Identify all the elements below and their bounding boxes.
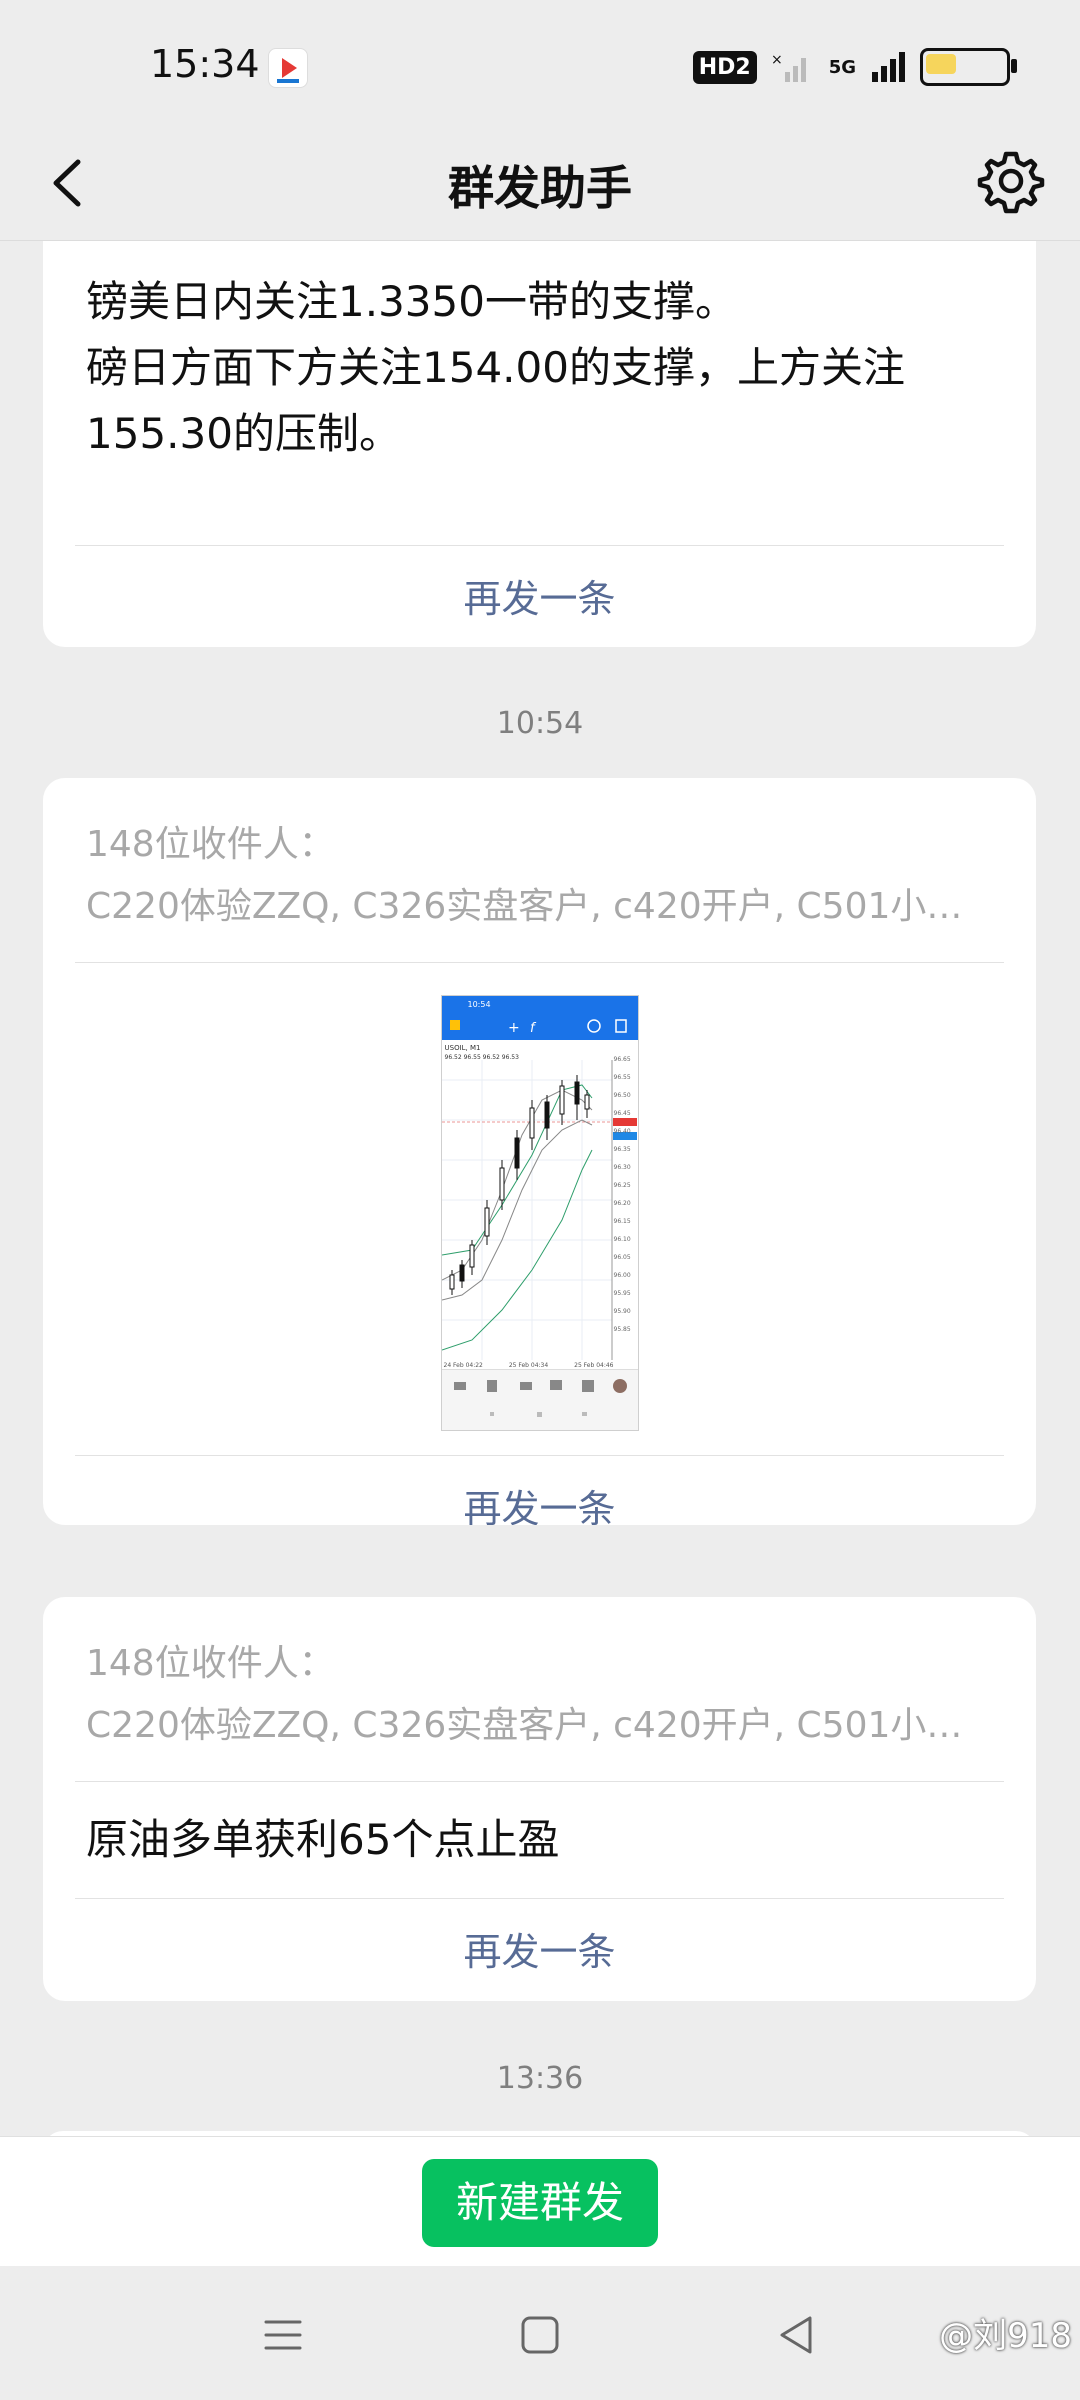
broadcast-card: 148位收件人： C220体验ZZQ, C326实盘客户, c420开户, C5…	[43, 1597, 1036, 2001]
svg-text:×: ×	[771, 52, 783, 68]
gear-icon[interactable]	[976, 146, 1046, 216]
chart-screenshot-thumbnail[interactable]: 10:54 + f USOIL, M1 96.52 96.55 96.52 96…	[440, 995, 639, 1431]
image-attachment: 10:54 + f USOIL, M1 96.52 96.55 96.52 96…	[43, 963, 1036, 1455]
new-broadcast-button[interactable]: 新建群发	[422, 2159, 658, 2247]
x-tick-label: 25 Feb 04:34	[508, 1362, 549, 1369]
message-text: 镑美日内关注1.3350一带的支撑。 磅日方面下方关注154.00的支撑，上方关…	[43, 241, 1036, 545]
y-tick-label: 95.85	[613, 1326, 631, 1333]
x-tick-label: 25 Feb 04:46	[574, 1362, 614, 1369]
y-tick-label: 96.40	[613, 1128, 631, 1135]
y-tick-label: 96.50	[613, 1092, 631, 1099]
broadcast-card: 148位收件人： C220体验ZZQ, C326实盘客户, c420开户, C5…	[43, 778, 1036, 1525]
hd-badge: HD2	[692, 50, 757, 84]
bottom-action-bar: 新建群发	[0, 2136, 1080, 2267]
x-tick-label: 24 Feb 04:22	[443, 1362, 483, 1369]
y-tick-label: 96.55	[613, 1074, 631, 1081]
network-type: 5G	[828, 56, 856, 78]
timestamp: 10:54	[496, 706, 584, 741]
menu-icon[interactable]	[258, 2310, 308, 2360]
recipients-section: 148位收件人： C220体验ZZQ, C326实盘客户, c420开户, C5…	[43, 778, 1036, 962]
timestamp: 13:36	[496, 2061, 584, 2096]
system-nav-bar	[0, 2266, 1080, 2400]
y-tick-label: 96.10	[613, 1236, 631, 1243]
y-tick-label: 96.00	[613, 1272, 631, 1279]
resend-button[interactable]: 再发一条	[43, 546, 1036, 647]
recipients-names: C220体验ZZQ, C326实盘客户, c420开户, C501小嘴...	[86, 1705, 993, 1746]
svg-text:f: f	[530, 1021, 537, 1036]
broadcast-list[interactable]: 镑美日内关注1.3350一带的支撑。 磅日方面下方关注154.00的支撑，上方关…	[0, 241, 1080, 2136]
nav-header: 群发助手	[0, 130, 1080, 241]
message-line: 155.30的压制。	[86, 409, 401, 458]
home-icon[interactable]	[515, 2310, 565, 2360]
y-tick-label: 96.35	[613, 1146, 631, 1153]
y-tick-label: 96.45	[613, 1110, 631, 1117]
thumb-x-axis: 24 Feb 04:22 25 Feb 04:34 25 Feb 04:46	[444, 1362, 614, 1369]
thumb-toolbar: 10:54 + f	[441, 996, 638, 1040]
signal-icon: ×	[771, 52, 806, 82]
message-line: 镑美日内关注1.3350一带的支撑。	[86, 277, 737, 326]
message-text: 原油多单获利65个点止盈	[86, 1815, 560, 1864]
broadcast-card: 镑美日内关注1.3350一带的支撑。 磅日方面下方关注154.00的支撑，上方关…	[43, 241, 1036, 647]
candlestick-chart	[441, 1060, 637, 1360]
svg-text:+: +	[508, 1020, 520, 1036]
recipients-section: 148位收件人： C220体验ZZQ, C326实盘客户, c420开户, C5…	[43, 1597, 1036, 1781]
y-tick-label: 96.05	[613, 1254, 631, 1261]
y-tick-label: 96.25	[613, 1182, 631, 1189]
resend-button[interactable]: 再发一条	[43, 1456, 1036, 1525]
thumb-y-axis: 96.65 96.55 96.50 96.45 96.40 96.35 96.3…	[614, 1056, 638, 1344]
y-tick-label: 96.15	[613, 1218, 631, 1225]
y-tick-label: 95.95	[613, 1290, 631, 1297]
recipients-names: C220体验ZZQ, C326实盘客户, c420开户, C501小嘴...	[86, 886, 993, 927]
app-notification-icon	[268, 48, 308, 88]
y-tick-label: 96.30	[613, 1164, 631, 1171]
back-triangle-icon[interactable]	[772, 2310, 822, 2360]
y-tick-label: 95.90	[613, 1308, 631, 1315]
message-line: 磅日方面下方关注154.00的支撑，上方关注	[86, 343, 905, 392]
recipients-count: 148位收件人：	[86, 824, 335, 865]
y-tick-label: 96.65	[613, 1056, 631, 1063]
status-time: 15:34	[150, 42, 260, 86]
recipients-count: 148位收件人：	[86, 1643, 335, 1684]
battery-icon	[920, 48, 1017, 86]
thumb-bottom-nav	[441, 1369, 638, 1430]
watermark: @刘918	[939, 2316, 1072, 2356]
page-title: 群发助手	[448, 161, 632, 215]
resend-button[interactable]: 再发一条	[43, 1899, 1036, 2001]
signal-strength-icon	[872, 52, 905, 82]
status-indicators: HD2 × 5G	[692, 48, 1017, 86]
status-bar: 15:34 HD2 × 5G	[0, 0, 1080, 135]
y-tick-label: 96.20	[613, 1200, 631, 1207]
